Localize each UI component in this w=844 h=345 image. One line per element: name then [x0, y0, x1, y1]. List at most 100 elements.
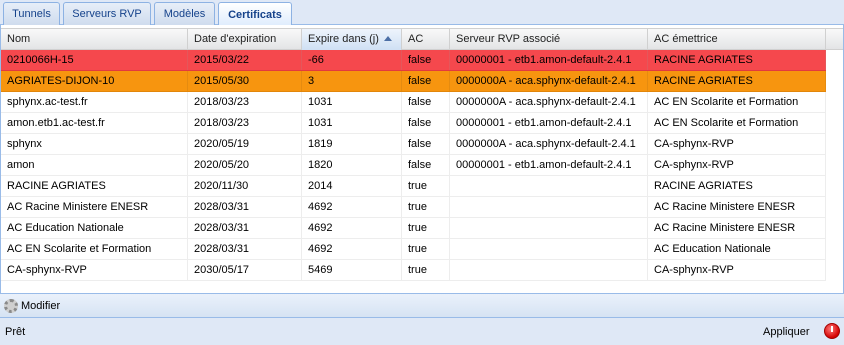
cell-serveur: [450, 176, 648, 196]
table-row[interactable]: sphynx 2020/05/19 1819 false 0000000A - aca.…: [1, 134, 826, 155]
table-row[interactable]: amon.etb1.ac-test.fr 2018/03/23 1031 false 0…: [1, 113, 826, 134]
cell-nom: amon.etb1.ac-test.fr: [1, 113, 188, 133]
cell-date: 2028/03/31: [188, 239, 302, 259]
cell-date: 2020/11/30: [188, 176, 302, 196]
table-row[interactable]: RACINE AGRIATES 2020/11/30 2014 true RACINE …: [1, 176, 826, 197]
cell-expire: 4692: [302, 218, 402, 238]
certificates-grid: Nom Date d'expiration Expire dans (j) AC…: [0, 25, 844, 293]
cell-expire: 1820: [302, 155, 402, 175]
cell-emettrice: AC Racine Ministere ENESR: [648, 218, 826, 238]
modifier-label: Modifier: [21, 300, 61, 312]
column-header-date-expiration[interactable]: Date d'expiration: [188, 29, 302, 50]
column-header-ac-emettrice[interactable]: AC émettrice: [648, 29, 826, 50]
table-row[interactable]: 0210066H-15 2015/03/22 -66 false 00000001 - …: [1, 50, 826, 71]
cell-ac: false: [402, 71, 450, 91]
table-row[interactable]: AGRIATES-DIJON-10 2015/05/30 3 false 0000000…: [1, 71, 826, 92]
modifier-button[interactable]: Modifier: [4, 297, 60, 315]
column-header-label: Expire dans (j): [308, 33, 379, 45]
cell-date: 2028/03/31: [188, 197, 302, 217]
cell-emettrice: RACINE AGRIATES: [648, 176, 826, 196]
column-header-nom[interactable]: Nom: [1, 29, 188, 50]
cell-expire: 1819: [302, 134, 402, 154]
cell-date: 2018/03/23: [188, 113, 302, 133]
cell-emettrice: AC EN Scolarite et Formation: [648, 92, 826, 112]
tab-serveurs-rvp[interactable]: Serveurs RVP: [63, 2, 151, 25]
cell-serveur: 00000001 - etb1.amon-default-2.4.1: [450, 50, 648, 70]
cell-date: 2015/03/22: [188, 50, 302, 70]
cell-serveur: [450, 197, 648, 217]
apply-button[interactable]: Appliquer: [763, 326, 809, 338]
cell-serveur: 00000001 - etb1.amon-default-2.4.1: [450, 155, 648, 175]
column-header-label: Nom: [7, 33, 31, 45]
tab-bar: Tunnels Serveurs RVP Modèles Certificats: [0, 0, 844, 26]
table-row[interactable]: AC Racine Ministere ENESR 2028/03/31 4692 t…: [1, 197, 826, 218]
cell-serveur: [450, 218, 648, 238]
cell-ac: false: [402, 113, 450, 133]
column-header-ac[interactable]: AC: [402, 29, 450, 50]
cell-date: 2030/05/17: [188, 260, 302, 280]
cell-serveur: [450, 239, 648, 259]
table-row[interactable]: CA-sphynx-RVP 2030/05/17 5469 true CA-sphynx…: [1, 260, 826, 281]
cell-date: 2020/05/20: [188, 155, 302, 175]
cell-nom: amon: [1, 155, 188, 175]
column-header-label: AC émettrice: [654, 33, 718, 45]
cell-nom: 0210066H-15: [1, 50, 188, 70]
cell-emettrice: CA-sphynx-RVP: [648, 134, 826, 154]
cell-emettrice: CA-sphynx-RVP: [648, 155, 826, 175]
cell-emettrice: RACINE AGRIATES: [648, 50, 826, 70]
cell-nom: AGRIATES-DIJON-10: [1, 71, 188, 91]
tab-modeles[interactable]: Modèles: [154, 2, 215, 25]
cell-serveur: 0000000A - aca.sphynx-default-2.4.1: [450, 92, 648, 112]
cell-expire: 5469: [302, 260, 402, 280]
cell-nom: RACINE AGRIATES: [1, 176, 188, 196]
cell-emettrice: AC EN Scolarite et Formation: [648, 113, 826, 133]
cell-nom: sphynx.ac-test.fr: [1, 92, 188, 112]
cell-ac: true: [402, 218, 450, 238]
cell-serveur: 0000000A - aca.sphynx-default-2.4.1: [450, 71, 648, 91]
grid-header: Nom Date d'expiration Expire dans (j) AC…: [1, 28, 843, 50]
table-row[interactable]: sphynx.ac-test.fr 2018/03/23 1031 false 0000…: [1, 92, 826, 113]
cell-ac: false: [402, 155, 450, 175]
table-row[interactable]: AC Education Nationale 2028/03/31 4692 true…: [1, 218, 826, 239]
cell-date: 2028/03/31: [188, 218, 302, 238]
column-header-label: Serveur RVP associé: [456, 33, 561, 45]
cell-expire: 1031: [302, 113, 402, 133]
column-header-serveur-rvp[interactable]: Serveur RVP associé: [450, 29, 648, 50]
cell-expire: 3: [302, 71, 402, 91]
cell-expire: 2014: [302, 176, 402, 196]
cell-emettrice: AC Education Nationale: [648, 239, 826, 259]
power-icon[interactable]: [824, 323, 840, 339]
cell-serveur: [450, 260, 648, 280]
table-row[interactable]: AC EN Scolarite et Formation 2028/03/31 46…: [1, 239, 826, 260]
column-header-expire-dans[interactable]: Expire dans (j): [302, 29, 402, 50]
cell-nom: AC Education Nationale: [1, 218, 188, 238]
cell-emettrice: CA-sphynx-RVP: [648, 260, 826, 280]
cell-serveur: 0000000A - aca.sphynx-default-2.4.1: [450, 134, 648, 154]
cell-nom: sphynx: [1, 134, 188, 154]
cell-nom: AC Racine Ministere ENESR: [1, 197, 188, 217]
bottom-toolbar: Modifier: [0, 293, 844, 318]
cell-date: 2018/03/23: [188, 92, 302, 112]
cell-ac: false: [402, 134, 450, 154]
table-row[interactable]: amon 2020/05/20 1820 false 00000001 - etb1.a…: [1, 155, 826, 176]
sort-ascending-icon: [383, 36, 392, 41]
cell-ac: true: [402, 176, 450, 196]
cell-ac: true: [402, 197, 450, 217]
cell-emettrice: AC Racine Ministere ENESR: [648, 197, 826, 217]
cell-ac: true: [402, 260, 450, 280]
cell-expire: -66: [302, 50, 402, 70]
status-bar: Prêt Appliquer: [0, 318, 844, 345]
status-text: Prêt: [5, 326, 26, 338]
tab-certificats[interactable]: Certificats: [218, 2, 292, 26]
cell-ac: true: [402, 239, 450, 259]
tab-tunnels[interactable]: Tunnels: [3, 2, 60, 25]
cell-expire: 4692: [302, 197, 402, 217]
cell-ac: false: [402, 50, 450, 70]
cell-serveur: 00000001 - etb1.amon-default-2.4.1: [450, 113, 648, 133]
column-header-label: Date d'expiration: [194, 33, 277, 45]
cell-emettrice: RACINE AGRIATES: [648, 71, 826, 91]
cell-nom: AC EN Scolarite et Formation: [1, 239, 188, 259]
cell-ac: false: [402, 92, 450, 112]
gear-icon: [4, 299, 18, 313]
cell-expire: 4692: [302, 239, 402, 259]
